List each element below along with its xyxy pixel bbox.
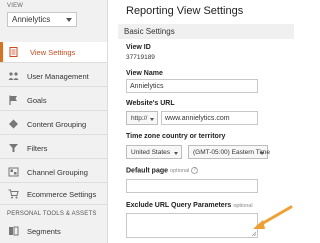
sidebar-item-label: Content Grouping bbox=[27, 120, 87, 129]
flag-icon bbox=[9, 95, 17, 105]
divider bbox=[0, 110, 107, 111]
sidebar-item-goals[interactable]: Goals bbox=[0, 90, 107, 110]
divider bbox=[0, 158, 107, 159]
view-id-label: View ID bbox=[126, 44, 151, 51]
divider bbox=[0, 86, 107, 87]
filter-icon bbox=[9, 144, 18, 152]
chevron-down-icon bbox=[150, 118, 154, 121]
users-icon bbox=[8, 72, 19, 80]
sidebar-item-label: Segments bbox=[27, 227, 61, 236]
view-id-value: 37719189 bbox=[126, 54, 155, 61]
view-name-value: Annielytics bbox=[130, 83, 164, 90]
cart-icon bbox=[8, 189, 19, 199]
default-page-label-text: Default page bbox=[126, 167, 169, 175]
website-url-input[interactable]: www.annielytics.com bbox=[161, 111, 258, 125]
timezone-select[interactable]: (GMT-05:00) Eastern Time bbox=[188, 145, 270, 159]
sidebar-item-view-settings[interactable]: View Settings bbox=[0, 42, 107, 62]
section-header: PERSONAL TOOLS & ASSETS bbox=[7, 211, 97, 217]
timezone-label: Time zone country or territory bbox=[126, 133, 226, 140]
document-icon bbox=[9, 47, 18, 57]
view-selector[interactable]: Annielytics bbox=[7, 12, 77, 27]
sidebar-item-label: Filters bbox=[27, 144, 48, 153]
section-title: Basic Settings bbox=[124, 27, 175, 36]
channel-grouping-icon bbox=[8, 167, 19, 177]
optional-tag: optional bbox=[170, 168, 190, 175]
default-page-input[interactable] bbox=[126, 179, 258, 193]
segments-icon bbox=[9, 226, 19, 236]
page-title: Reporting View Settings bbox=[126, 5, 244, 17]
sidebar-item-label: Ecommerce Settings bbox=[27, 190, 97, 199]
divider bbox=[0, 134, 107, 135]
chevron-down-icon bbox=[260, 152, 264, 155]
website-url-label: Website's URL bbox=[126, 100, 175, 107]
view-name-label: View Name bbox=[126, 70, 163, 77]
chevron-down-icon bbox=[174, 152, 178, 155]
sidebar-item-ecommerce-settings[interactable]: Ecommerce Settings bbox=[0, 184, 107, 204]
divider bbox=[0, 182, 107, 183]
exclude-params-label: Exclude URL Query Parameters optional bbox=[126, 202, 253, 209]
divider bbox=[0, 62, 107, 63]
country-value: United States bbox=[131, 149, 171, 156]
default-page-label: Default page optional? bbox=[126, 167, 199, 175]
admin-sidebar: VIEW Annielytics View Settings User Mana… bbox=[0, 0, 108, 243]
sidebar-item-channel-grouping[interactable]: Channel Grouping bbox=[0, 162, 107, 182]
sidebar-item-label: View Settings bbox=[30, 48, 76, 57]
section-bar: Basic Settings bbox=[118, 24, 294, 39]
protocol-value: http:// bbox=[131, 115, 148, 122]
divider bbox=[0, 204, 107, 205]
exclude-params-label-text: Exclude URL Query Parameters bbox=[126, 202, 232, 209]
chevron-down-icon bbox=[66, 18, 72, 22]
website-url-value: www.annielytics.com bbox=[165, 115, 230, 122]
protocol-select[interactable]: http:// bbox=[126, 111, 158, 125]
exclude-params-textarea[interactable] bbox=[126, 213, 258, 238]
sidebar-item-filters[interactable]: Filters bbox=[0, 138, 107, 158]
view-name-input[interactable]: Annielytics bbox=[126, 79, 258, 93]
timezone-value: (GMT-05:00) Eastern Time bbox=[193, 149, 270, 156]
annotation-arrow-icon bbox=[253, 205, 293, 229]
sidebar-item-label: Goals bbox=[27, 96, 47, 105]
sidebar-item-user-management[interactable]: User Management bbox=[0, 66, 107, 86]
sidebar-item-label: User Management bbox=[27, 72, 89, 81]
view-label: VIEW bbox=[7, 3, 24, 9]
view-selector-value: Annielytics bbox=[12, 15, 51, 24]
sidebar-item-label: Channel Grouping bbox=[27, 168, 88, 177]
help-icon[interactable]: ? bbox=[191, 167, 199, 174]
content-grouping-icon bbox=[9, 119, 18, 129]
sidebar-item-segments[interactable]: Segments bbox=[0, 221, 107, 241]
sidebar-item-content-grouping[interactable]: Content Grouping bbox=[0, 114, 107, 134]
country-select[interactable]: United States bbox=[126, 145, 182, 159]
